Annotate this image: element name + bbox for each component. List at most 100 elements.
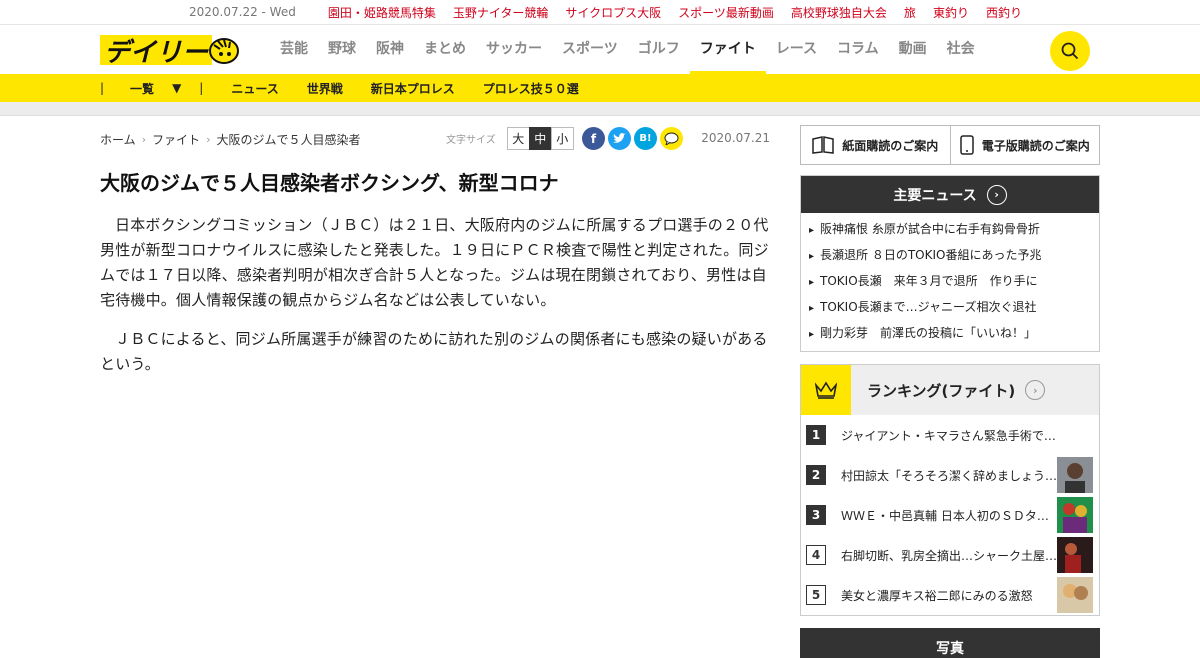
all-list-label: 一覧	[130, 81, 155, 96]
rank-title: ジャイアント・キマラさん緊急手術で生命…	[841, 428, 1057, 443]
rank-title: ＷＷＥ・中邑真輔 日本人初のＳＤタ…	[841, 508, 1049, 523]
publish-date: 2020.07.21	[701, 131, 770, 145]
site-header: デイリー 芸能 野球 阪神 まとめ サッカー スポーツ ゴルフ ファイト レース…	[0, 25, 1200, 74]
top-link[interactable]: 東釣り	[933, 4, 969, 21]
ranking-list: 1 ジャイアント・キマラさん緊急手術で生命… 2 村田諒太「そろそろ潔く辞めまし…	[801, 415, 1099, 615]
font-size-label: 文字サイズ	[446, 135, 496, 146]
facebook-icon[interactable]: f	[582, 127, 605, 150]
top-links: 園田・姫路競馬特集 玉野ナイター競輪 サイクロプス大阪 スポーツ最新動画 高校野…	[328, 4, 1022, 21]
nav-item-summary[interactable]: まとめ	[414, 25, 476, 74]
smartphone-icon	[959, 135, 974, 155]
top-link[interactable]: 園田・姫路競馬特集	[328, 4, 436, 21]
subnav-item-njpw[interactable]: 新日本プロレス	[371, 80, 455, 97]
ranking-box: ランキング(ファイト) › 1 ジャイアント・キマラさん緊急手術で生命… 2 村…	[800, 364, 1100, 616]
news-item[interactable]: TOKIO長瀬 来年３月で退所 作り手に	[809, 269, 1091, 295]
daily-logo[interactable]: デイリー	[100, 33, 240, 68]
main-news-header[interactable]: 主要ニュース ›	[801, 176, 1099, 213]
ranking-item[interactable]: 4 右脚切断、乳房全摘出…シャーク土屋…	[806, 535, 1095, 575]
news-item[interactable]: 長瀬退所 ８日のTOKIO番組にあった予兆	[809, 243, 1091, 269]
ranking-item[interactable]: 5 美女と濃厚キス裕二郎にみのる激怒	[806, 575, 1095, 615]
nav-item-race[interactable]: レース	[766, 25, 827, 74]
article-paragraph: 日本ボクシングコミッション（ＪＢＣ）は２１日、大阪府内のジムに所属するプロ選手の…	[100, 216, 769, 309]
chevron-right-icon: ›	[206, 132, 211, 146]
photo-section-title: 写真	[936, 641, 964, 657]
all-list-dropdown[interactable]: 一覧 ▼	[130, 80, 181, 97]
nav-item-baseball[interactable]: 野球	[318, 25, 366, 74]
subnav-item-news[interactable]: ニュース	[231, 80, 278, 97]
top-link[interactable]: 西釣り	[986, 4, 1022, 21]
nav-item-golf[interactable]: ゴルフ	[628, 25, 690, 74]
paper-subscription-button[interactable]: 紙面購読のご案内	[800, 125, 951, 165]
news-item[interactable]: 剛力彩芽 前澤氏の投稿に「いいね！」	[809, 321, 1091, 347]
nav-item-soccer[interactable]: サッカー	[476, 25, 552, 74]
divider: |	[100, 81, 105, 95]
global-nav: 芸能 野球 阪神 まとめ サッカー スポーツ ゴルフ ファイト レース コラム …	[270, 25, 985, 74]
nav-item-video[interactable]: 動画	[889, 25, 937, 74]
main-news-box: 主要ニュース › 阪神痛恨 糸原が試合中に右手有鈎骨骨折 長瀬退所 ８日のTOK…	[800, 175, 1100, 352]
article-paragraph: ＪＢＣによると、同ジム所属選手が練習のために訪れた別のジムの関係者にも感染の疑い…	[100, 330, 768, 373]
ranking-item[interactable]: 2 村田諒太「そろそろ潔く辞めましょう…	[806, 455, 1095, 495]
sidebar: 紙面購読のご案内 電子版購読のご案内 主要ニュース › 阪神痛恨 糸原が試合中に…	[800, 125, 1100, 658]
breadcrumb-fight[interactable]: ファイト	[152, 131, 200, 148]
nav-item-column[interactable]: コラム	[827, 25, 889, 74]
rank-number: 3	[806, 505, 826, 525]
top-link[interactable]: 高校野球独自大会	[791, 4, 887, 21]
rank-thumbnail	[1057, 537, 1093, 573]
article-body: 日本ボクシングコミッション（ＪＢＣ）は２１日、大阪府内のジムに所属するプロ選手の…	[100, 213, 770, 377]
rank-number: 5	[806, 585, 826, 605]
gray-separator	[0, 102, 1200, 116]
svg-text:デイリー: デイリー	[104, 38, 209, 67]
top-link[interactable]: 玉野ナイター競輪	[453, 4, 549, 21]
divider: |	[199, 81, 204, 95]
subnav-item-wrestling-moves[interactable]: プロレス技５０選	[483, 80, 579, 97]
chevron-right-icon: ›	[1025, 380, 1046, 400]
paper-subscription-label: 紙面購読のご案内	[842, 138, 939, 153]
top-link[interactable]: 旅	[904, 4, 916, 21]
nav-item-society[interactable]: 社会	[937, 25, 985, 74]
top-link[interactable]: サイクロプス大阪	[565, 4, 661, 21]
photo-section-header[interactable]: 写真	[800, 628, 1100, 658]
crown-icon	[801, 365, 851, 415]
font-size-small-button[interactable]: 小	[550, 127, 574, 150]
rank-title: 村田諒太「そろそろ潔く辞めましょう…	[841, 468, 1057, 483]
article: ホーム › ファイト › 大阪のジムで５人目感染者 文字サイズ 大 中 小 f …	[100, 127, 770, 377]
ranking-item[interactable]: 3 ＷＷＥ・中邑真輔 日本人初のＳＤタ…	[806, 495, 1095, 535]
font-size-large-button[interactable]: 大	[506, 127, 530, 150]
category-subnav: | 一覧 ▼ | ニュース 世界戦 新日本プロレス プロレス技５０選	[0, 74, 1200, 102]
twitter-icon[interactable]	[608, 127, 631, 150]
comment-icon[interactable]	[660, 127, 683, 150]
nav-item-entertainment[interactable]: 芸能	[270, 25, 318, 74]
breadcrumb-home[interactable]: ホーム	[100, 131, 136, 148]
rank-number: 4	[806, 545, 826, 565]
ranking-header[interactable]: ランキング(ファイト) ›	[801, 365, 1099, 415]
search-icon	[1061, 42, 1079, 60]
share-buttons: f B!	[582, 127, 683, 150]
nav-item-sports[interactable]: スポーツ	[552, 25, 628, 74]
rank-thumbnail	[1057, 577, 1093, 613]
book-icon	[812, 136, 834, 154]
ranking-item[interactable]: 1 ジャイアント・キマラさん緊急手術で生命…	[806, 415, 1095, 455]
main-news-list: 阪神痛恨 糸原が試合中に右手有鈎骨骨折 長瀬退所 ８日のTOKIO番組にあった予…	[801, 213, 1099, 351]
subnav-item-world-title[interactable]: 世界戦	[307, 80, 343, 97]
rank-title: 右脚切断、乳房全摘出…シャーク土屋…	[841, 548, 1057, 563]
digital-subscription-button[interactable]: 電子版購読のご案内	[950, 125, 1100, 165]
subnav-links: ニュース 世界戦 新日本プロレス プロレス技５０選	[231, 80, 578, 97]
news-item[interactable]: TOKIO長瀬まで…ジャニーズ相次ぐ退社	[809, 295, 1091, 321]
digital-subscription-label: 電子版購読のご案内	[981, 138, 1090, 153]
current-date: 2020.07.22 - Wed	[189, 5, 296, 19]
hatena-bookmark-icon[interactable]: B!	[634, 127, 657, 150]
breadcrumb: ホーム › ファイト › 大阪のジムで５人目感染者	[100, 131, 360, 148]
subscription-buttons: 紙面購読のご案内 電子版購読のご案内	[800, 125, 1100, 165]
article-headline: 大阪のジムで５人目感染者ボクシング、新型コロナ	[100, 171, 559, 195]
rank-thumbnail	[1057, 497, 1093, 533]
nav-item-fight[interactable]: ファイト	[689, 25, 766, 74]
rank-number: 1	[806, 425, 826, 445]
search-button[interactable]	[1050, 31, 1090, 71]
rank-title: 美女と濃厚キス裕二郎にみのる激怒	[841, 588, 1033, 603]
top-link[interactable]: スポーツ最新動画	[678, 4, 774, 21]
main-news-title: 主要ニュース	[893, 187, 977, 204]
news-item[interactable]: 阪神痛恨 糸原が試合中に右手有鈎骨骨折	[809, 217, 1091, 243]
font-size-medium-button[interactable]: 中	[528, 127, 552, 150]
top-strip: 2020.07.22 - Wed 園田・姫路競馬特集 玉野ナイター競輪 サイクロ…	[0, 0, 1200, 25]
nav-item-hanshin[interactable]: 阪神	[366, 25, 414, 74]
